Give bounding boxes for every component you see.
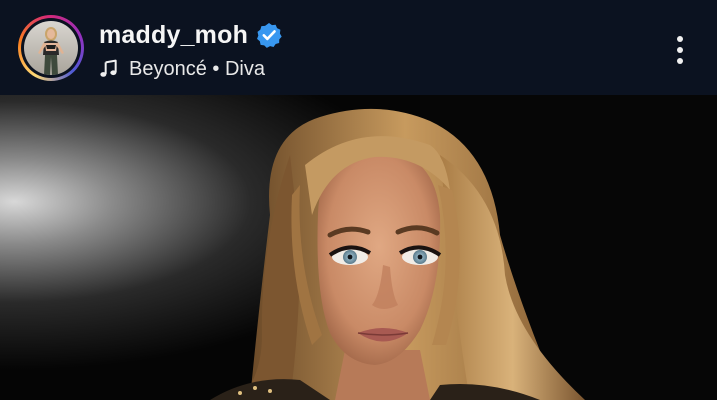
username-row: maddy_moh: [99, 18, 282, 52]
post-media-image[interactable]: [0, 95, 717, 400]
audio-attribution[interactable]: Beyoncé • Diva: [99, 55, 265, 83]
avatar-gap: [21, 18, 81, 78]
post-view: maddy_moh Beyoncé • Diva: [0, 0, 717, 400]
audio-label: Beyoncé • Diva: [129, 57, 265, 80]
verified-badge-icon: [257, 22, 282, 48]
story-ring[interactable]: [18, 15, 84, 81]
more-vertical-icon: [677, 36, 683, 64]
post-header: maddy_moh Beyoncé • Diva: [0, 0, 717, 95]
music-note-icon: [100, 59, 117, 77]
more-options-button[interactable]: [664, 30, 696, 70]
username[interactable]: maddy_moh: [99, 21, 248, 50]
avatar[interactable]: [24, 21, 78, 75]
